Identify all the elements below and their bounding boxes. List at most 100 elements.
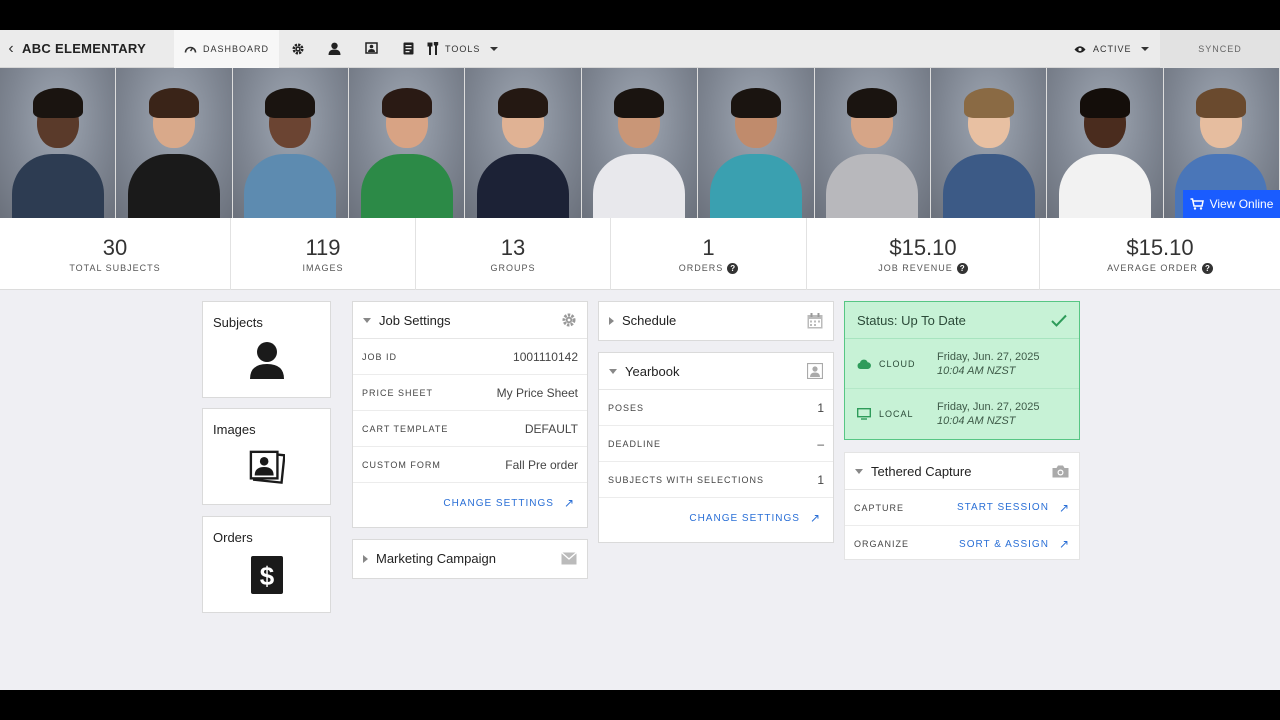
back-chevron-icon[interactable]: ‹ — [0, 30, 22, 68]
job-setting-row: CUSTOM FORM Fall Pre order — [353, 447, 587, 483]
settings-gear-button[interactable] — [279, 30, 316, 68]
tethered-title: Tethered Capture — [871, 463, 972, 479]
photo-body — [709, 154, 802, 218]
monitor-icon — [857, 408, 871, 420]
person-icon — [249, 340, 285, 380]
help-icon[interactable]: ? — [956, 262, 968, 274]
yearbook-header[interactable]: Yearbook — [599, 353, 833, 390]
subject-photo[interactable] — [814, 68, 931, 218]
job-setting-row-value: My Price Sheet — [496, 385, 578, 400]
subjects-button[interactable] — [316, 30, 353, 68]
tethered-header[interactable]: Tethered Capture — [845, 453, 1079, 490]
stat-label: ORDERS? — [679, 262, 739, 274]
job-setting-row: PRICE SHEET My Price Sheet — [353, 375, 587, 411]
tethered-capture-panel: Tethered Capture CAPTURE START SESSION ↗ … — [844, 452, 1080, 560]
subject-photo[interactable] — [232, 68, 350, 218]
photo-body — [826, 154, 919, 218]
job-settings-title: Job Settings — [379, 312, 451, 328]
svg-text:$: $ — [260, 561, 275, 591]
job-change-settings-label: CHANGE SETTINGS — [443, 497, 554, 509]
envelope-icon — [561, 552, 577, 565]
yearbook-row-value: 1 — [817, 472, 824, 487]
document-icon — [403, 42, 414, 55]
cloud-sync-date: Friday, Jun. 27, 2025 — [937, 350, 1040, 363]
stat-orders: 1 ORDERS? — [611, 218, 807, 290]
yearbook-row-value: 1 — [817, 400, 824, 415]
job-setting-row-key: CUSTOM FORM — [362, 459, 441, 470]
photo-hair — [265, 88, 316, 118]
images-button[interactable] — [353, 30, 390, 68]
dollar-icon: $ — [249, 555, 285, 595]
job-settings-header[interactable]: Job Settings — [353, 302, 587, 339]
start-session-label: START SESSION — [957, 502, 1049, 513]
organize-row: ORGANIZE SORT & ASSIGN ↗ — [845, 526, 1079, 562]
caret-down-icon — [609, 368, 617, 374]
stat-value: 1 — [702, 234, 715, 260]
photo-hair — [963, 88, 1014, 118]
caret-down-icon — [855, 468, 863, 474]
help-icon[interactable]: ? — [727, 262, 739, 274]
job-setting-row-key: JOB ID — [362, 351, 398, 362]
local-sync-date: Friday, Jun. 27, 2025 — [937, 401, 1040, 413]
sync-status-panel: Status: Up To Date CLOUD Friday, Jun. 27… — [844, 301, 1080, 440]
subject-photo[interactable] — [116, 68, 233, 218]
local-sync-time: 10:04 AM NZST — [937, 415, 1016, 427]
stat-groups: 13 GROUPS — [416, 218, 611, 290]
help-icon[interactable]: ? — [1201, 262, 1213, 274]
subjects-card[interactable]: Subjects — [202, 301, 331, 398]
yearbook-row-value: – — [817, 436, 824, 451]
tab-dashboard[interactable]: DASHBOARD — [174, 30, 280, 74]
photo-hair — [847, 88, 898, 118]
tools-menu[interactable]: TOOLS — [427, 42, 499, 55]
view-online-button[interactable]: View Online — [1183, 190, 1280, 218]
stat-job-revenue: $15.10 JOB REVENUE? — [807, 218, 1040, 290]
arrow-up-right-icon: ↗ — [1058, 500, 1070, 515]
stat-images: 119 IMAGES — [231, 218, 416, 290]
job-setting-row-value: Fall Pre order — [505, 457, 578, 472]
photo-body — [1058, 154, 1151, 218]
marketing-header[interactable]: Marketing Campaign — [353, 540, 587, 577]
stat-value: $15.10 — [889, 234, 957, 260]
job-setting-row-key: CART TEMPLATE — [362, 423, 449, 434]
subject-photo[interactable] — [1047, 68, 1164, 218]
photo-hair — [498, 88, 549, 118]
active-status-dropdown[interactable]: ACTIVE — [1074, 30, 1149, 68]
subject-photo[interactable] — [698, 68, 815, 218]
images-card[interactable]: Images — [202, 408, 331, 505]
yearbook-change-settings-link[interactable]: CHANGE SETTINGS ↗ — [599, 498, 833, 538]
photos-icon — [249, 447, 285, 487]
photo-body — [244, 154, 337, 218]
yearbook-row-key: DEADLINE — [608, 438, 662, 449]
stat-label-text: AVERAGE ORDER — [1107, 263, 1198, 273]
schedule-title: Schedule — [622, 313, 677, 328]
stat-label-text: GROUPS — [490, 263, 536, 273]
caret-down-icon — [363, 317, 371, 323]
photo-body — [477, 154, 570, 218]
subject-photo[interactable] — [349, 68, 466, 218]
stat-label-text: TOTAL SUBJECTS — [69, 263, 161, 273]
gear-icon[interactable] — [561, 312, 577, 328]
job-stats-bar: 30 TOTAL SUBJECTS 119 IMAGES 13 GROUPS 1 ORDERS… — [0, 218, 1280, 290]
subject-photo[interactable] — [0, 68, 117, 218]
schedule-header[interactable]: Schedule — [599, 302, 833, 339]
stat-value: 13 — [500, 235, 526, 260]
orders-card[interactable]: Orders $ — [202, 516, 331, 613]
stat-value: $15.10 — [1126, 234, 1194, 260]
forms-button[interactable] — [390, 30, 427, 68]
images-card-title: Images — [213, 422, 256, 437]
job-change-settings-link[interactable]: CHANGE SETTINGS ↗ — [353, 483, 587, 523]
sort-assign-link[interactable]: SORT & ASSIGN ↗ — [959, 537, 1070, 551]
status-title: Status: Up To Date — [857, 312, 966, 328]
start-session-link[interactable]: START SESSION ↗ — [957, 501, 1070, 515]
marketing-campaign-panel[interactable]: Marketing Campaign — [352, 539, 588, 579]
tools-label: TOOLS — [445, 43, 481, 54]
stat-label-text: IMAGES — [302, 263, 344, 273]
subject-photo[interactable] — [465, 68, 582, 218]
subject-photo[interactable] — [581, 68, 699, 218]
orders-card-title: Orders — [213, 530, 253, 545]
speedometer-icon — [184, 46, 197, 53]
organize-label: ORGANIZE — [854, 539, 910, 549]
subject-photo[interactable] — [930, 68, 1048, 218]
photo-hair — [1079, 88, 1130, 118]
schedule-panel[interactable]: Schedule — [598, 301, 834, 341]
